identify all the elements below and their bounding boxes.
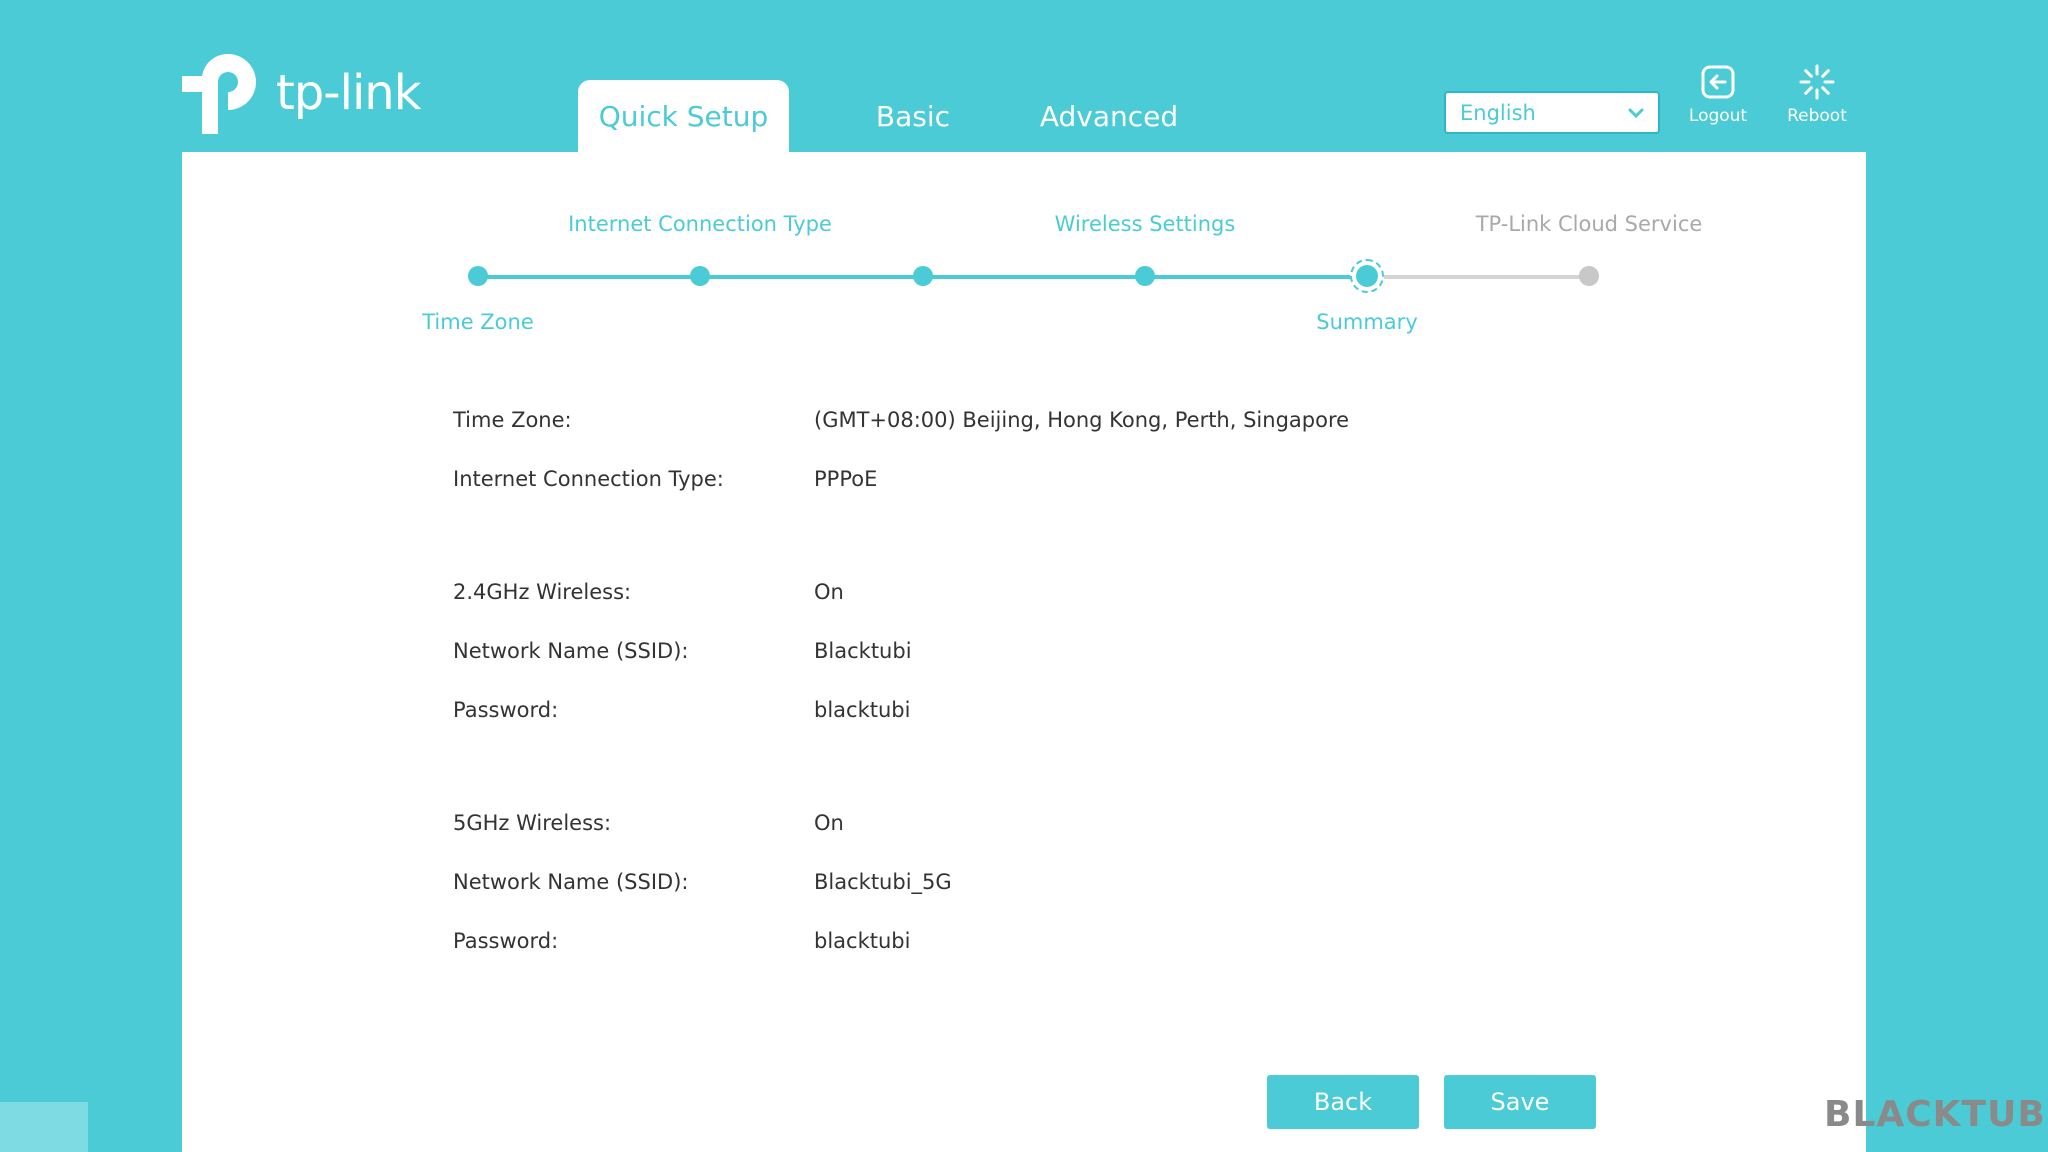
tp-link-logo-mark [182, 53, 256, 134]
tab-basic[interactable]: Basic [829, 80, 997, 152]
language-select-value: English [1460, 100, 1536, 125]
language-select[interactable]: English [1444, 91, 1660, 134]
watermark: BLACKTUBI [1824, 1094, 2048, 1135]
step-label-internet-connection-type: Internet Connection Type [568, 212, 832, 236]
step-dot-3 [913, 266, 933, 286]
summary-label: Network Name (SSID): [453, 870, 689, 894]
step-dot-internet-connection-type [690, 266, 710, 286]
summary-value: On [814, 580, 844, 604]
logout-icon [1701, 65, 1735, 99]
summary-label: Network Name (SSID): [453, 639, 689, 663]
summary-label: Password: [453, 929, 559, 953]
save-button[interactable]: Save [1444, 1075, 1596, 1129]
summary-label: 5GHz Wireless: [453, 811, 612, 835]
summary-label: Password: [453, 698, 559, 722]
summary-value: Blacktubi [814, 639, 912, 663]
step-label-wireless-settings: Wireless Settings [1054, 212, 1236, 236]
logout-label: Logout [1688, 106, 1748, 126]
tab-quick-setup[interactable]: Quick Setup [578, 80, 789, 152]
summary-label: Internet Connection Type: [453, 467, 724, 491]
summary-value: PPPoE [814, 467, 878, 491]
summary-value: Blacktubi_5G [814, 870, 952, 894]
back-button[interactable]: Back [1267, 1075, 1419, 1129]
reboot-label: Reboot [1787, 106, 1847, 126]
logout-button[interactable]: Logout [1673, 64, 1763, 126]
tp-link-logo: tp-link [182, 48, 421, 134]
summary-value: blacktubi [814, 929, 911, 953]
tab-advanced[interactable]: Advanced [1023, 80, 1195, 152]
step-label-summary: Summary [1316, 310, 1418, 334]
summary-label: 2.4GHz Wireless: [453, 580, 632, 604]
router-admin-page: tp-link Quick Setup Basic Advanced Engli… [0, 0, 2048, 1152]
main-tabs: Quick Setup Basic Advanced [578, 80, 1221, 152]
step-label-time-zone: Time Zone [422, 310, 534, 334]
summary-value: blacktubi [814, 698, 911, 722]
summary-label: Time Zone: [453, 408, 572, 432]
step-dot-wireless-settings [1135, 266, 1155, 286]
step-dot-time-zone [468, 266, 488, 286]
summary-value: On [814, 811, 844, 835]
corner-tab[interactable] [0, 1102, 88, 1152]
reboot-icon [1799, 64, 1835, 100]
stepper-remaining-line [1367, 275, 1589, 279]
step-label-cloud-service: TP-Link Cloud Service [1475, 212, 1703, 236]
step-dot-cloud-service [1579, 266, 1599, 286]
reboot-button[interactable]: Reboot [1772, 64, 1862, 126]
content-panel [182, 152, 1866, 1152]
summary-value: (GMT+08:00) Beijing, Hong Kong, Perth, S… [814, 408, 1350, 432]
chevron-down-icon [1628, 108, 1644, 118]
step-dot-summary [1350, 259, 1384, 293]
logo-text: tp-link [276, 65, 421, 121]
